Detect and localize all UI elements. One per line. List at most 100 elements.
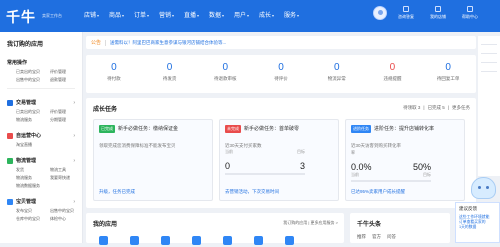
sidebar-links-service: 淘宝直播 [7,142,75,148]
sidebar-head-common: 常用操作 [7,60,28,66]
shortcut-consult[interactable]: 咨询答复 [393,6,419,20]
announcement-banner[interactable]: 公告 送需料以！阿里巴巴商家生意参谋与银河店铺结合体验等... [86,36,476,49]
sidebar-link[interactable]: 退款管理 [50,77,84,83]
tab-recommend[interactable]: 推荐 [357,234,366,240]
stat-logistics-exception[interactable]: 0 物流异常 [309,55,365,93]
task-progress-bar [351,180,431,182]
sidebar-link[interactable]: 已卖出的宝贝 [16,109,50,115]
trade-icon [7,99,13,106]
tab-done[interactable]: 已完成 5 [428,105,445,111]
task-card-deposit[interactable]: 已完成 新手必做任务：缴纳保证金 领取完成您消费保障标准不能发布宝贝 升级，任务已… [93,119,213,201]
stat-violation[interactable]: 0 违规提醒 [365,55,421,93]
help-icon [467,6,473,12]
sidebar-head-shop[interactable]: 宝贝管理 › [7,198,75,205]
tab-pending[interactable]: 待领取 3 [403,105,420,111]
app-icon[interactable] [254,236,263,245]
sidebar-head-service[interactable]: 自运营中心 › [7,132,75,139]
nav-data[interactable]: 数据▾ [209,10,234,19]
sidebar-section-common: 常用操作 已卖出的宝贝 评价管理 出售中的宝贝 退款管理 [0,52,82,85]
sidebar-links-logistics: 发货 物流工具 物流服务 我要寄快递 物流数据服务 [7,167,75,189]
chevron-down-icon: ▾ [172,13,175,18]
sidebar-link[interactable]: 分期管理 [50,117,84,123]
stat-pending-shipment[interactable]: 0 待发货 [142,55,198,93]
shortcut-help[interactable]: 帮助中心 [457,6,483,20]
task-link[interactable]: 去营销活动，下次交易时间 [225,189,279,195]
nav-live[interactable]: 直播▾ [184,10,209,19]
task-card-first-order[interactable]: 未完成 新手必做任务：首单破零 近30天支付买家数 当前 目标 03 去营销活动，下… [219,119,339,201]
task-desc: 领取完成您消费保障标准不能发布宝贝 [99,143,176,148]
app-icons [86,234,344,247]
divider [481,44,497,45]
sidebar-link[interactable]: 淘宝直播 [16,142,50,148]
service-icon [7,132,13,139]
nav-shop[interactable]: 店铺▾ [84,10,109,19]
nav-orders[interactable]: 订单▾ [134,10,159,19]
task-card-conversion[interactable]: 进阶任务 进阶任务：提升店铺转化率 近30天访客到购买转化率 率 0.0% 50% … [345,119,465,201]
feedback-title: 建议反馈 [459,206,477,211]
sidebar-link[interactable]: 已卖出的宝贝 [16,69,50,75]
sidebar-link[interactable]: 发布宝贝 [16,208,50,214]
sidebar-link[interactable]: 出售中的宝贝 [16,77,50,83]
stat-pending-ticket[interactable]: 0 待回复工单 [420,55,476,93]
task-link[interactable]: 已达95%卖家用户成长提醒 [351,189,405,195]
task-link[interactable]: 升级，任务已完成 [99,189,135,195]
sidebar-link[interactable]: 评价管理 [50,69,84,75]
assistant-mascot-icon[interactable] [471,177,496,199]
shortcut-my-shop[interactable]: 我的店铺 [425,6,451,20]
truck-icon [7,157,13,164]
main-nav: 店铺▾ 商品▾ 订单▾ 营销▾ 直播▾ 数据▾ 用户▾ 成长▾ 服务▾ [84,10,309,19]
sidebar-link[interactable]: 物流数据服务 [16,183,50,189]
sidebar-head-trade[interactable]: 交易管理 › [7,99,75,106]
app-icon[interactable] [223,236,232,245]
sidebar-title: 我订购的应用 [7,42,44,48]
my-apps-panel: 我的应用 我订购的应用 | 更多应用服务 > [86,213,344,245]
chevron-right-icon: › [73,198,75,205]
stat-pending-payment[interactable]: 0 待付款 [86,55,142,93]
top-bar: 千牛 卖家工作台 店铺▾ 商品▾ 订单▾ 营销▾ 直播▾ 数据▾ 用户▾ 成长▾… [0,0,500,32]
tab-qa[interactable]: 问答 [387,234,396,240]
sidebar-head-logistics[interactable]: 物流管理 › [7,157,75,164]
stat-pending-review[interactable]: 0 待评价 [253,55,309,93]
chevron-down-icon: ▾ [247,13,250,18]
sidebar-links-shop: 发布宝贝 出售中的宝贝 仓库中的宝贝 体检中心 [7,208,75,222]
nav-growth[interactable]: 成长▾ [259,10,284,19]
tab-official[interactable]: 官方 [372,234,381,240]
sidebar-link[interactable]: 物流工具 [50,167,84,173]
app-icon[interactable] [161,236,170,245]
sidebar-section-logistics: 物流管理 › 发货 物流工具 物流服务 我要寄快递 物流数据服务 [0,150,82,191]
app-icon[interactable] [130,236,139,245]
tab-more[interactable]: 更多任务 [452,105,470,111]
sidebar-link[interactable]: 体检中心 [50,216,84,222]
app-icon[interactable] [99,236,108,245]
stat-refund-review[interactable]: 0 待退款审核 [197,55,253,93]
task-title: 新手必做任务：首单破零 [244,126,300,132]
nav-users[interactable]: 用户▾ [234,10,259,19]
chat-icon [403,6,409,12]
growth-task-tabs: 待领取 3 | 已完成 5 | 更多任务 [403,105,470,111]
sidebar-link[interactable]: 物流服务 [16,175,50,181]
announcement-tag: 公告 [91,40,102,46]
sidebar-link[interactable]: 物流服务 [16,117,50,123]
nav-marketing[interactable]: 营销▾ [159,10,184,19]
feedback-line[interactable]: 1天的数据 [456,225,499,230]
nav-service[interactable]: 服务▾ [284,10,309,19]
avatar[interactable] [373,6,387,20]
my-apps-links[interactable]: 我订购的应用 | 更多应用服务 > [283,220,338,226]
sidebar-link[interactable]: 出售中的宝贝 [50,208,84,214]
app-logo[interactable]: 千牛 [6,7,36,27]
sidebar-link[interactable]: 发货 [16,167,50,173]
divider [105,39,107,46]
sidebar-link[interactable]: 评价管理 [50,109,84,115]
app-icon[interactable] [192,236,201,245]
feedback-popup[interactable]: 建议反馈 这些工作环境就能 订单查看买家的 1天的数据 [455,202,500,243]
sidebar-link[interactable]: 我要寄快递 [50,175,84,181]
sidebar-link[interactable]: 仓库中的宝贝 [16,216,50,222]
announcement-text[interactable]: 送需料以！阿里巴巴商家生意参谋与银河店铺结合体验等... [110,40,226,46]
chevron-down-icon: ▾ [272,13,275,18]
sidebar-links-trade: 已卖出的宝贝 评价管理 物流服务 分期管理 [7,109,75,123]
nav-products[interactable]: 商品▾ [109,10,134,19]
task-desc: 近30天访客到购买转化率 [351,143,402,148]
status-badge: 已完成 [99,125,115,133]
app-icon[interactable] [285,236,294,245]
headlines-tabs: 推荐 官方 问答 [350,234,450,240]
